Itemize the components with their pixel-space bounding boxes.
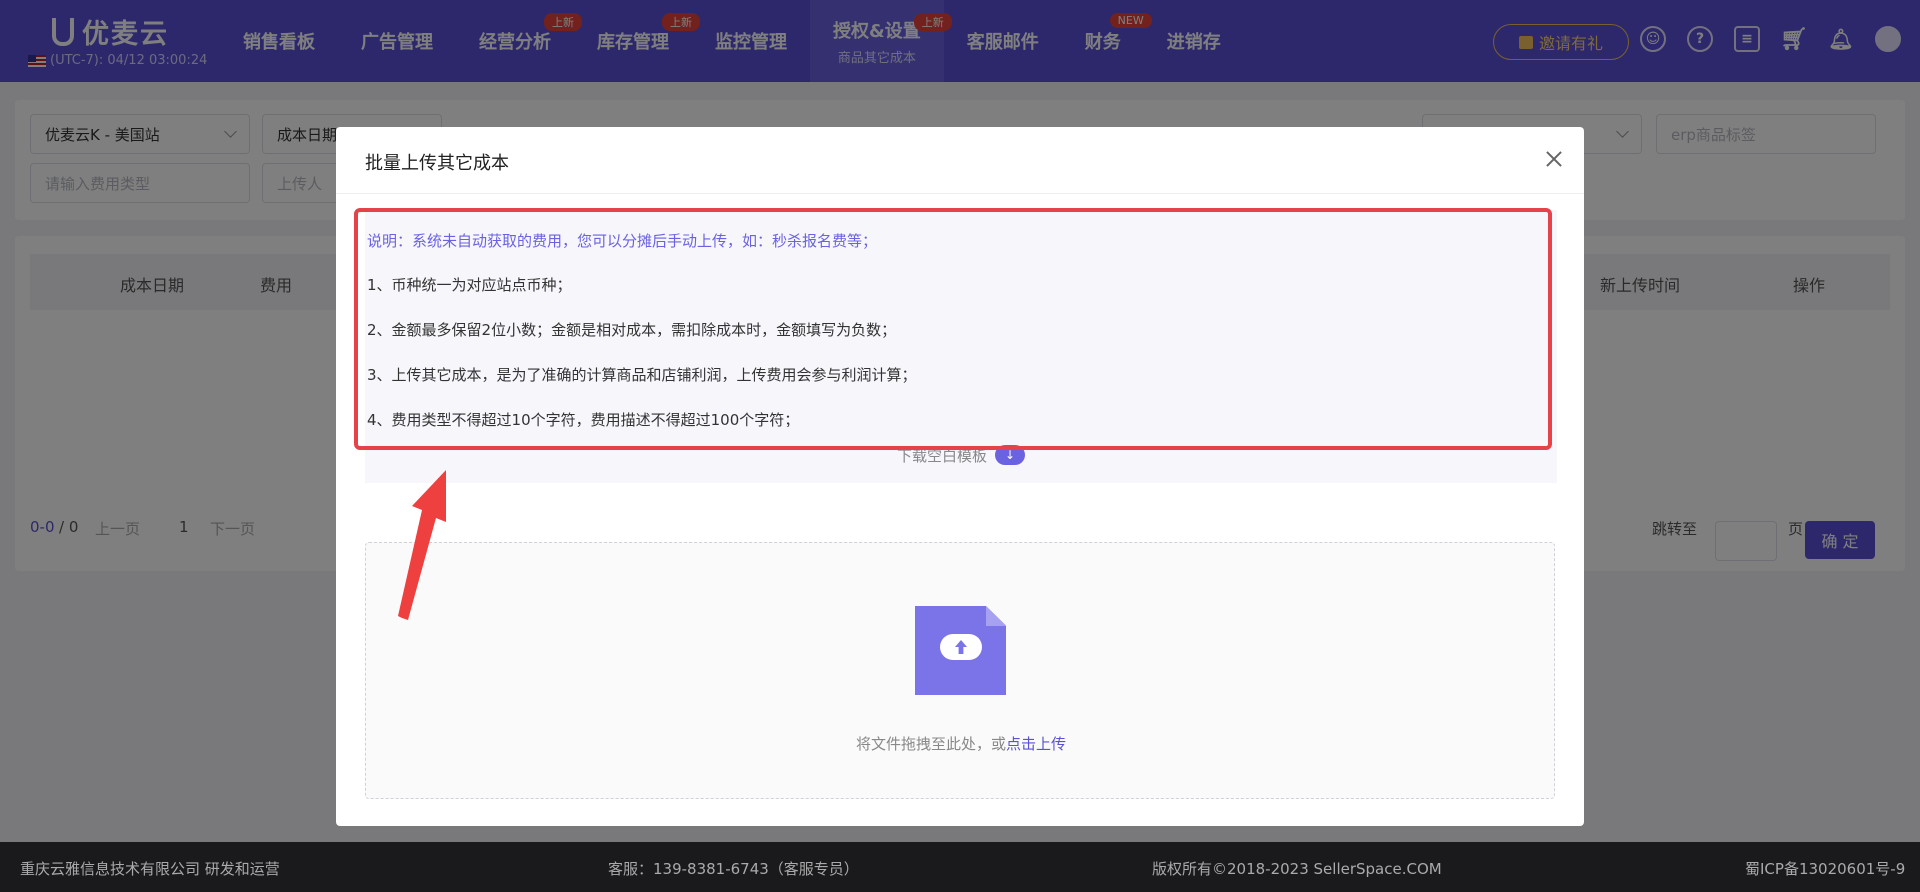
highlight-annotation-box bbox=[354, 208, 1552, 450]
click-upload-link[interactable]: 点击上传 bbox=[1006, 735, 1066, 753]
file-upload-icon bbox=[915, 606, 1006, 695]
dialog-title: 批量上传其它成本 bbox=[365, 153, 509, 174]
footer-copyright: 版权所有©2018-2023 SellerSpace.COM bbox=[1152, 860, 1442, 878]
footer-company: 重庆云雅信息技术有限公司 研发和运营 bbox=[20, 860, 280, 878]
close-icon[interactable] bbox=[1544, 149, 1564, 169]
drop-hint: 将文件拖拽至此处，或点击上传 bbox=[366, 733, 1556, 754]
annotation-arrow-icon bbox=[398, 470, 446, 620]
footer-icp[interactable]: 蜀ICP备13020601号-9 bbox=[1745, 858, 1905, 879]
file-drop-zone[interactable]: 将文件拖拽至此处，或点击上传 bbox=[365, 542, 1555, 799]
dialog-divider bbox=[336, 193, 1584, 194]
footer: 重庆云雅信息技术有限公司 研发和运营 客服：139-8381-6743（客服专员… bbox=[0, 842, 1920, 892]
drop-hint-text: 将文件拖拽至此处，或 bbox=[855, 735, 1006, 753]
footer-service: 客服：139-8381-6743（客服专员） bbox=[608, 860, 859, 878]
